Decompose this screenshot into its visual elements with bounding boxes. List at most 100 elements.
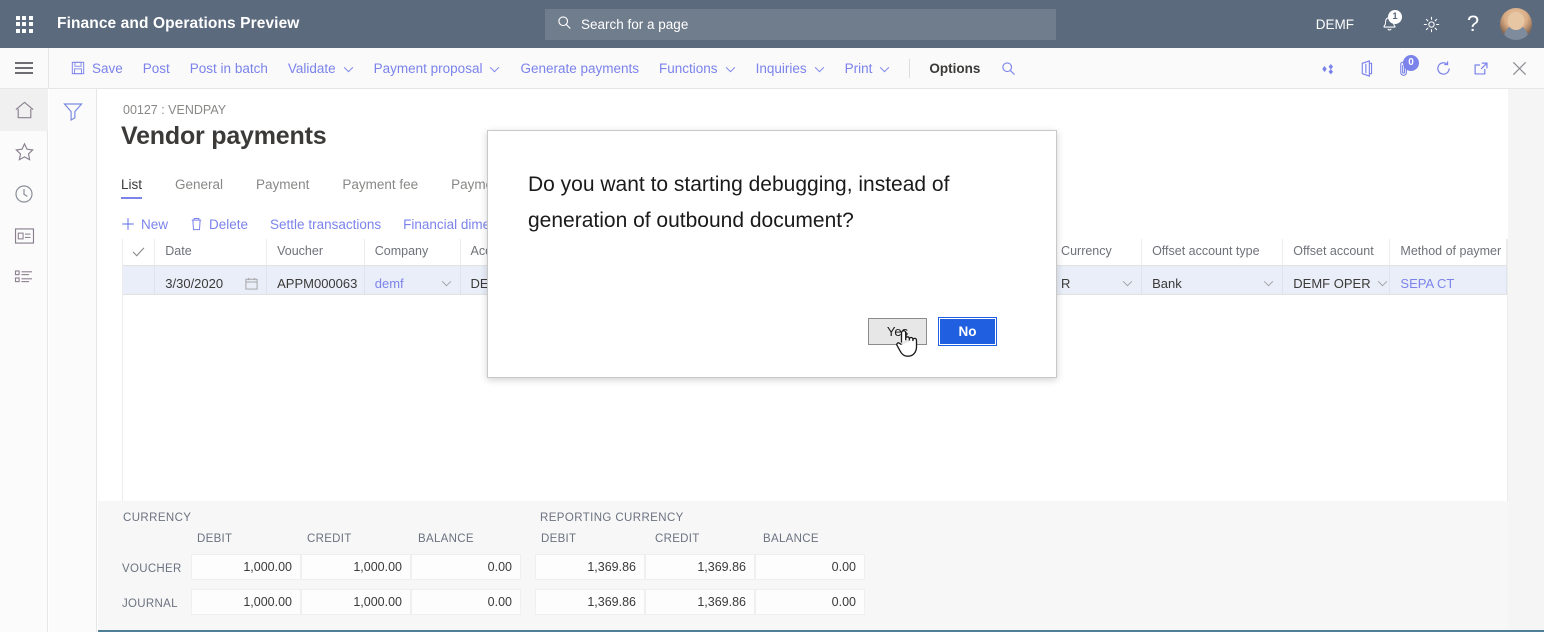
delete-button[interactable]: Delete <box>190 217 248 232</box>
question-mark-icon[interactable]: ? <box>1452 0 1494 48</box>
column-currency[interactable]: Currency <box>1051 239 1142 265</box>
totals-voucher-reporting-credit[interactable]: 1,369.86 <box>645 554 755 580</box>
post-in-batch-button[interactable]: Post in batch <box>180 48 278 89</box>
cell-voucher[interactable]: APPM000063 <box>267 266 365 294</box>
print-label: Print <box>845 61 873 76</box>
nav-item-modules[interactable] <box>0 257 48 299</box>
delete-label: Delete <box>209 217 248 232</box>
inquiries-label: Inquiries <box>756 61 807 76</box>
inquiries-menu-button[interactable]: Inquiries <box>746 48 835 89</box>
totals-voucher-reporting-balance[interactable]: 0.00 <box>755 554 865 580</box>
chevron-down-icon[interactable] <box>1122 280 1133 287</box>
post-label: Post <box>143 61 170 76</box>
select-all-checkmark[interactable] <box>123 239 155 265</box>
totals-voucher-balance[interactable]: 0.00 <box>411 554 521 580</box>
totals-group-currency: CURRENCY <box>123 512 191 524</box>
cell-company-value: demf <box>375 276 435 291</box>
validate-menu-button[interactable]: Validate <box>278 48 364 89</box>
cell-date-value: 3/30/2020 <box>165 276 239 291</box>
row-select-cell[interactable] <box>123 266 155 294</box>
global-search-input[interactable]: Search for a page <box>545 9 1056 40</box>
nav-item-home[interactable] <box>0 89 48 131</box>
cell-offset-account-type[interactable]: Bank <box>1142 266 1283 294</box>
payment-proposal-label: Payment proposal <box>374 61 483 76</box>
no-button[interactable]: No <box>938 317 997 346</box>
generate-payments-button[interactable]: Generate payments <box>510 48 649 89</box>
favorites-star-icon <box>14 142 35 162</box>
company-selector[interactable]: DEMF <box>1302 0 1368 48</box>
totals-journal-balance[interactable]: 0.00 <box>411 589 521 615</box>
cell-date[interactable]: 3/30/2020 <box>155 266 267 294</box>
save-label: Save <box>92 61 123 76</box>
plus-icon <box>121 217 135 231</box>
print-menu-button[interactable]: Print <box>835 48 901 89</box>
action-pane-buttons: Save Post Post in batch Validate Payment… <box>49 48 1027 89</box>
column-company[interactable]: Company <box>365 239 461 265</box>
totals-voucher-reporting-debit[interactable]: 1,369.86 <box>535 554 645 580</box>
gear-icon[interactable] <box>1410 0 1452 48</box>
action-pane-right-icons: 0 <box>1310 48 1538 89</box>
tab-general[interactable]: General <box>175 177 223 199</box>
column-offset-account-type[interactable]: Offset account type <box>1142 239 1283 265</box>
office-app-icon[interactable] <box>1348 48 1386 89</box>
save-icon <box>71 61 85 75</box>
financial-dimensions-button[interactable]: Financial dime <box>403 217 490 232</box>
totals-journal-reporting-debit[interactable]: 1,369.86 <box>535 589 645 615</box>
save-button[interactable]: Save <box>61 48 133 89</box>
totals-header-reporting-balance: BALANCE <box>763 533 819 545</box>
functions-menu-button[interactable]: Functions <box>649 48 746 89</box>
top-navigation-bar: Finance and Operations Preview Search fo… <box>0 0 1544 48</box>
column-date[interactable]: Date <box>155 239 267 265</box>
open-in-new-window-icon[interactable] <box>1462 48 1500 89</box>
nav-item-recent[interactable] <box>0 173 48 215</box>
totals-header-reporting-debit: DEBIT <box>541 533 576 545</box>
calendar-icon[interactable] <box>245 277 258 290</box>
totals-voucher-debit[interactable]: 1,000.00 <box>191 554 301 580</box>
waffle-grid-icon[interactable] <box>0 0 48 48</box>
totals-journal-credit[interactable]: 1,000.00 <box>301 589 411 615</box>
yes-button[interactable]: Yes <box>868 318 927 345</box>
new-button[interactable]: New <box>121 217 168 232</box>
chevron-down-icon[interactable] <box>1263 280 1274 287</box>
page-tabs: List General Payment Payment fee Payme <box>121 169 526 199</box>
financial-dimensions-label: Financial dime <box>403 217 490 232</box>
toolbar-search-icon[interactable] <box>990 48 1027 89</box>
column-offset-account[interactable]: Offset account <box>1283 239 1390 265</box>
hamburger-icon[interactable] <box>0 48 48 89</box>
totals-journal-reporting-credit[interactable]: 1,369.86 <box>645 589 755 615</box>
attachment-icon[interactable]: 0 <box>1386 48 1424 89</box>
relation-diamonds-icon[interactable] <box>1310 48 1348 89</box>
totals-journal-reporting-balance[interactable]: 0.00 <box>755 589 865 615</box>
chevron-down-icon <box>814 61 825 76</box>
cell-offset-account[interactable]: DEMF OPER <box>1283 266 1390 294</box>
options-button[interactable]: Options <box>919 48 990 89</box>
cell-method-of-payment[interactable]: SEPA CT <box>1390 266 1507 294</box>
tab-list[interactable]: List <box>121 177 142 199</box>
close-icon[interactable] <box>1500 48 1538 89</box>
nav-item-workspaces[interactable] <box>0 215 48 257</box>
column-method-of-payment[interactable]: Method of paymer <box>1390 239 1507 265</box>
nav-item-favorites[interactable] <box>0 131 48 173</box>
payment-proposal-menu-button[interactable]: Payment proposal <box>364 48 511 89</box>
breadcrumb: 00127 : VENDPAY <box>123 103 226 117</box>
tab-payment[interactable]: Payment <box>256 177 309 199</box>
user-avatar[interactable] <box>1500 8 1532 40</box>
chevron-down-icon[interactable] <box>1377 280 1388 287</box>
bell-icon[interactable]: 1 <box>1368 0 1410 48</box>
navigation-rail <box>0 89 48 632</box>
column-voucher[interactable]: Voucher <box>267 239 365 265</box>
cell-offset-account-type-value: Bank <box>1152 276 1257 291</box>
post-button[interactable]: Post <box>133 48 180 89</box>
chevron-down-icon <box>343 61 354 76</box>
cell-company[interactable]: demf <box>365 266 461 294</box>
filter-funnel-icon[interactable] <box>49 89 97 133</box>
totals-voucher-credit[interactable]: 1,000.00 <box>301 554 411 580</box>
cell-currency[interactable]: R <box>1051 266 1142 294</box>
tab-payment-fee[interactable]: Payment fee <box>342 177 418 199</box>
chevron-down-icon <box>725 61 736 76</box>
totals-header-reporting-credit: CREDIT <box>655 533 700 545</box>
refresh-icon[interactable] <box>1424 48 1462 89</box>
chevron-down-icon[interactable] <box>441 280 452 287</box>
settle-transactions-button[interactable]: Settle transactions <box>270 217 381 232</box>
totals-journal-debit[interactable]: 1,000.00 <box>191 589 301 615</box>
